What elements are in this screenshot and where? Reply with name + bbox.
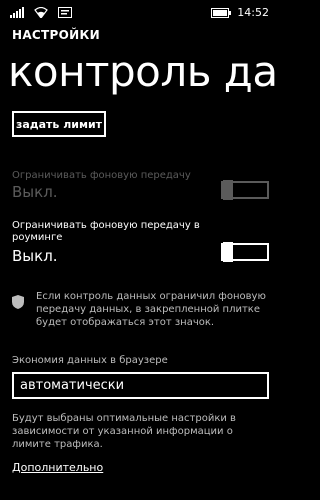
clock: 14:52 [237, 5, 269, 19]
toggle-knob [223, 180, 233, 200]
description-text: Будут выбраны оптимальные настройки в за… [12, 413, 236, 450]
toggle-knob [223, 242, 233, 262]
status-bar: 14:52 [0, 0, 281, 19]
set-limit-button[interactable]: задать лимит [12, 111, 106, 137]
bg-roaming-value: Выкл. [12, 247, 58, 265]
wifi-icon [34, 3, 48, 22]
browser-saver-select[interactable]: автоматически [12, 372, 269, 399]
message-icon [58, 3, 72, 22]
bg-roaming-label: Ограничивать фоновую передачу в роуминге [12, 220, 200, 243]
page-title: контроль данных [8, 47, 281, 96]
app-section-title: НАСТРОЙКИ [12, 28, 100, 42]
bg-transfer-label: Ограничивать фоновую передачу [12, 170, 191, 181]
bg-transfer-toggle[interactable] [221, 180, 269, 200]
signal-icon [10, 3, 24, 22]
info-note: Если контроль данных ограничил фоновую п… [12, 290, 272, 329]
info-text: Если контроль данных ограничил фоновую п… [36, 291, 266, 328]
bg-roaming-toggle[interactable] [221, 242, 269, 262]
shield-icon [12, 290, 24, 329]
browser-saver-value: автоматически [20, 378, 125, 393]
more-link[interactable]: Дополнительно [12, 461, 103, 474]
bg-transfer-value: Выкл. [12, 183, 58, 201]
battery-icon [211, 3, 232, 22]
browser-saver-label: Экономия данных в браузере [12, 355, 168, 366]
